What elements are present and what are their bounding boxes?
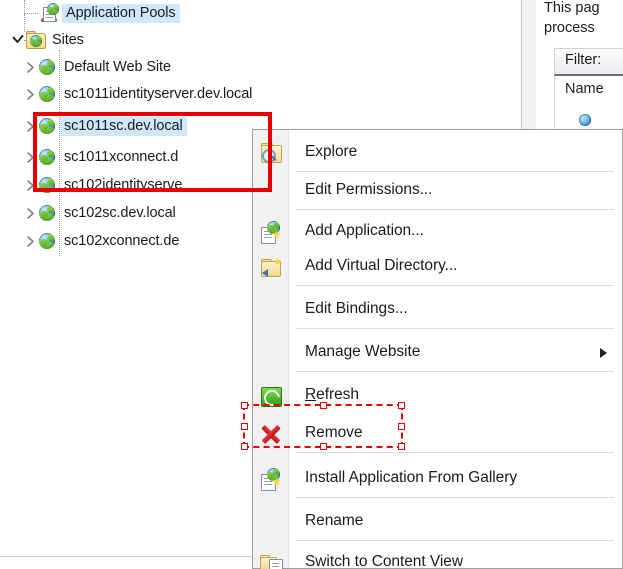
- tree-item-label[interactable]: sc1011identityserver.dev.local: [60, 85, 256, 104]
- tree-item-label[interactable]: sc1011sc.dev.local: [60, 116, 187, 136]
- menu-item-icon: [260, 385, 284, 410]
- menu-item-label: Rename: [305, 512, 364, 529]
- tree-item-5[interactable]: sc1011xconnect.d: [0, 144, 182, 170]
- menu-item-icon: [260, 552, 283, 569]
- sites-folder-icon: [26, 30, 46, 49]
- website-globe-icon: [38, 148, 56, 166]
- expand-chevron-icon[interactable]: [22, 172, 38, 198]
- expand-chevron-icon[interactable]: [22, 200, 38, 226]
- tree-item-icon: [38, 58, 57, 77]
- tree-item-label[interactable]: sc102xconnect.de: [60, 232, 183, 251]
- tree-item-2[interactable]: Default Web Site: [0, 54, 175, 80]
- menu-item-manage-website[interactable]: Manage Website: [254, 332, 621, 372]
- tree-item-4[interactable]: sc1011sc.dev.local: [0, 113, 187, 139]
- column-header-name[interactable]: Name: [565, 81, 604, 97]
- menu-separator: [295, 209, 614, 210]
- tree-item-icon: [26, 30, 46, 50]
- menu-separator: [295, 328, 614, 329]
- website-globe-icon: [38, 232, 56, 250]
- tree-item-label[interactable]: sc102identityserve: [60, 176, 186, 195]
- tree-item-label[interactable]: Default Web Site: [60, 58, 175, 77]
- feature-list[interactable]: Name: [554, 76, 623, 137]
- menu-item-add-virtual-directory[interactable]: Add Virtual Directory...: [254, 246, 621, 286]
- menu-item-label: Add Application...: [305, 222, 424, 239]
- website-globe-icon: [38, 176, 56, 194]
- menu-item-switch-to-content-view[interactable]: Switch to Content View: [254, 542, 621, 569]
- remove-x-icon: [260, 423, 282, 445]
- menu-item-icon: [260, 256, 282, 278]
- iis-manager-screenshot: Application Pools Sites Default Web Site sc…: [0, 0, 623, 569]
- tree-item-icon: [40, 2, 60, 23]
- expand-chevron-icon[interactable]: [22, 81, 38, 107]
- tree-item-icon: [38, 232, 57, 251]
- filter-label: Filter:: [565, 52, 602, 68]
- website-globe-icon: [38, 58, 56, 76]
- add-virtual-directory-icon: [260, 256, 282, 278]
- website-globe-icon: [38, 117, 56, 135]
- menu-item-label: Explore: [305, 143, 358, 160]
- expand-chevron-icon[interactable]: [22, 113, 38, 139]
- tree-item-1[interactable]: Sites: [0, 27, 88, 53]
- menu-item-edit-bindings[interactable]: Edit Bindings...: [254, 289, 621, 329]
- content-view-icon: [260, 552, 283, 569]
- menu-item-label: Remove: [305, 424, 363, 441]
- expand-chevron-icon[interactable]: [22, 228, 38, 254]
- menu-item-label: Manage Website: [305, 343, 421, 360]
- menu-item-add-application[interactable]: Add Application...: [254, 211, 621, 251]
- menu-item-label: Install Application From Gallery: [305, 469, 518, 486]
- menu-item-rename[interactable]: Rename: [254, 501, 621, 541]
- tree-item-spacer: [24, 0, 40, 26]
- tree-item-6[interactable]: sc102identityserve: [0, 172, 186, 198]
- right-pane-text-line-2: process: [544, 20, 595, 36]
- tree-item-3[interactable]: sc1011identityserver.dev.local: [0, 81, 256, 107]
- tree-item-icon: [38, 117, 57, 136]
- menu-separator: [295, 371, 614, 372]
- collapse-chevron-icon[interactable]: [10, 27, 26, 53]
- refresh-icon: [260, 385, 284, 410]
- app-pools-icon: [40, 2, 60, 22]
- menu-separator: [295, 497, 614, 498]
- site-context-menu[interactable]: Explore Edit Permissions... Add Applicatio…: [252, 129, 623, 569]
- menu-item-edit-permissions[interactable]: Edit Permissions...: [254, 170, 621, 210]
- submenu-chevron-icon: [600, 348, 607, 358]
- menu-item-icon: [260, 468, 282, 491]
- menu-separator: [295, 452, 614, 453]
- expand-chevron-icon[interactable]: [22, 144, 38, 170]
- install-gallery-icon: [260, 468, 282, 491]
- add-application-icon: [260, 221, 282, 244]
- tree-item-label[interactable]: sc1011xconnect.d: [60, 148, 182, 167]
- tree-item-icon: [38, 85, 57, 104]
- tree-item-icon: [38, 176, 57, 195]
- menu-item-label: Edit Permissions...: [305, 181, 433, 198]
- menu-item-explore[interactable]: Explore: [254, 132, 621, 172]
- menu-item-label: Edit Bindings...: [305, 300, 408, 317]
- menu-item-label: Switch to Content View: [305, 553, 464, 569]
- tree-item-icon: [38, 204, 57, 223]
- menu-item-icon: [260, 423, 282, 445]
- menu-separator: [295, 285, 614, 286]
- tree-item-icon: [38, 148, 57, 167]
- expand-chevron-icon[interactable]: [22, 54, 38, 80]
- explore-folder-search-icon: [260, 142, 282, 164]
- menu-item-install-application-from-gallery[interactable]: Install Application From Gallery: [254, 458, 621, 498]
- tree-item-label[interactable]: Application Pools: [62, 3, 180, 23]
- menu-item-remove[interactable]: Remove: [254, 413, 621, 453]
- menu-separator: [295, 540, 614, 541]
- filter-toolbar[interactable]: Filter:: [554, 48, 623, 76]
- menu-item-refresh[interactable]: Refresh: [254, 375, 621, 415]
- menu-item-icon: [260, 142, 282, 164]
- tree-item-7[interactable]: sc102sc.dev.local: [0, 200, 180, 226]
- website-globe-icon: [38, 85, 56, 103]
- menu-item-label: Add Virtual Directory...: [305, 257, 458, 274]
- tree-item-8[interactable]: sc102xconnect.de: [0, 228, 183, 254]
- menu-item-icon: [260, 221, 282, 244]
- tree-item-label[interactable]: sc102sc.dev.local: [60, 204, 180, 223]
- tree-item-label[interactable]: Sites: [48, 31, 88, 50]
- menu-item-label: Refresh: [305, 386, 359, 403]
- feature-row-icon: [579, 114, 593, 126]
- website-globe-icon: [38, 204, 56, 222]
- tree-item-0[interactable]: Application Pools: [0, 0, 180, 26]
